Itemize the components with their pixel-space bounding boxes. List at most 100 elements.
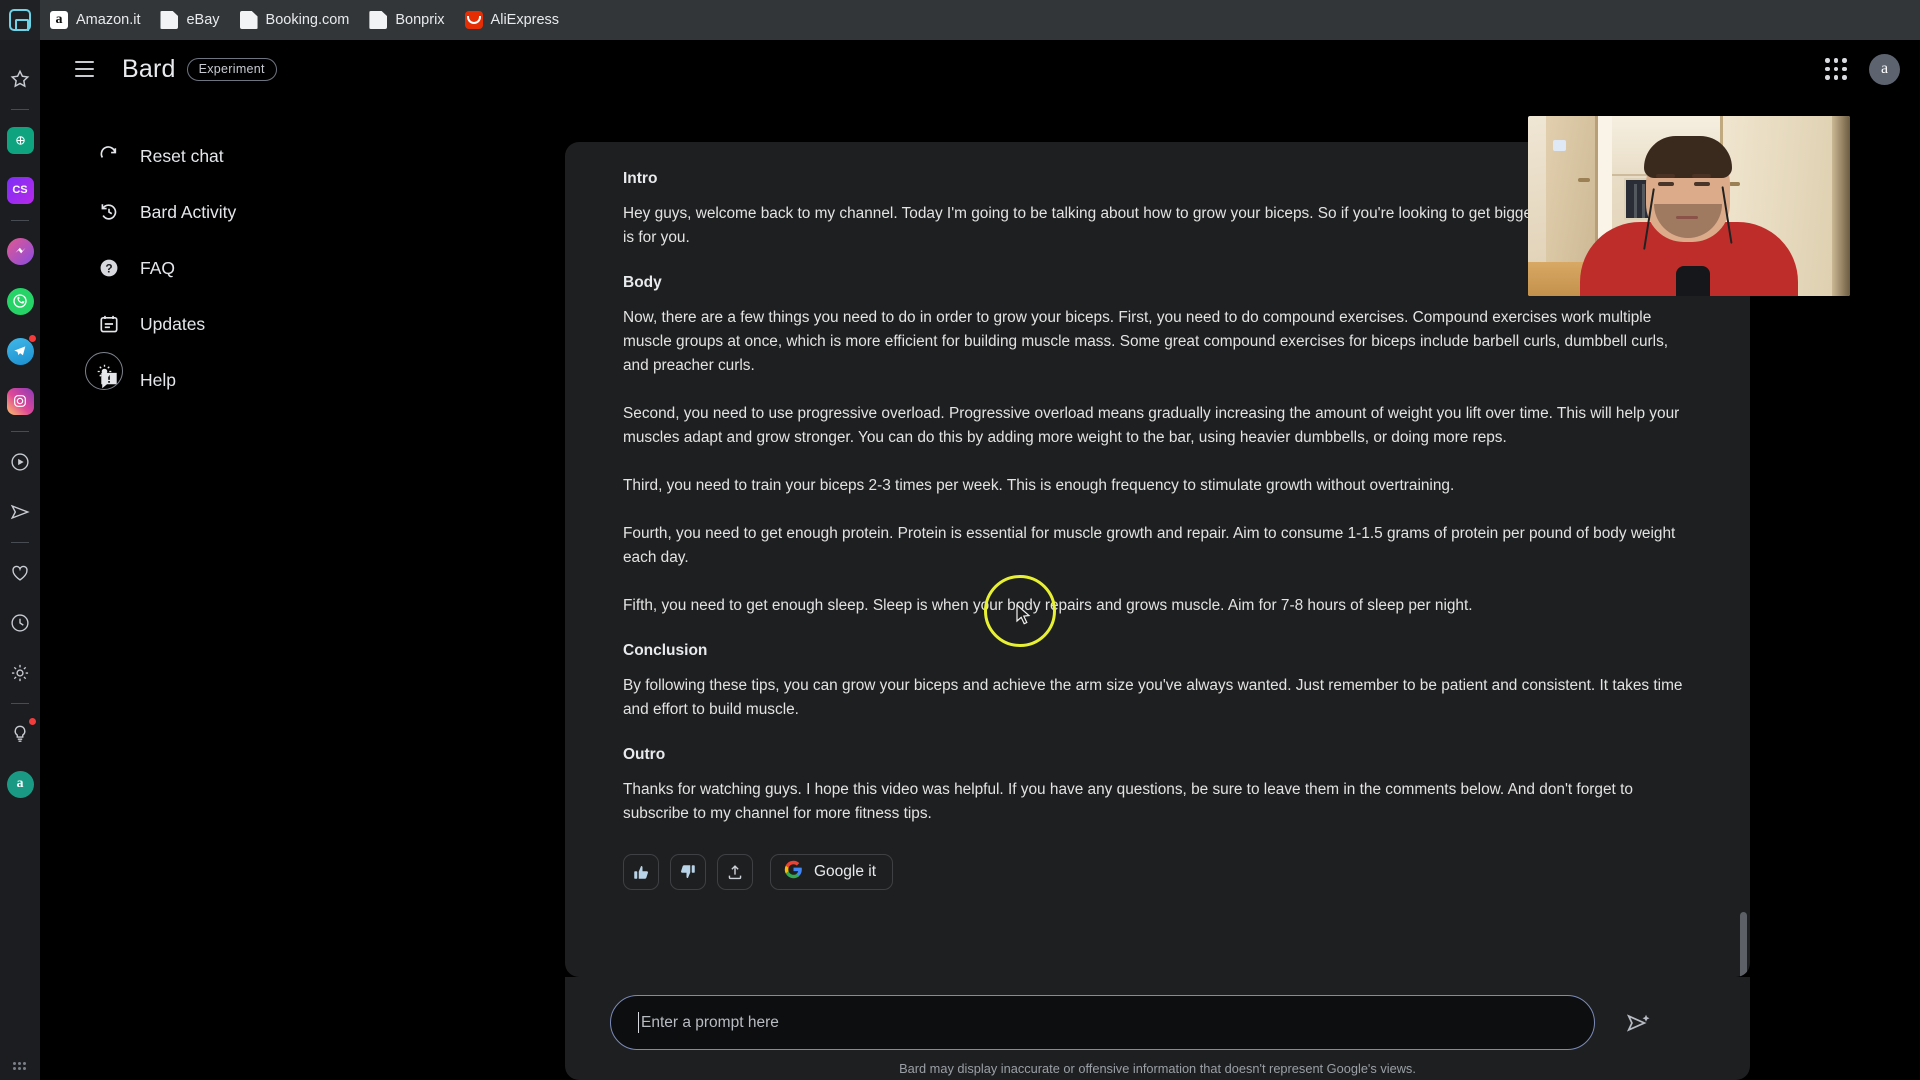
rail-divider xyxy=(11,703,29,704)
response-paragraph: Second, you need to use progressive over… xyxy=(623,405,1680,446)
sidebar-item-label: Updates xyxy=(140,313,206,334)
response-paragraph: Hey guys, welcome back to my channel. To… xyxy=(623,205,1684,246)
application-sidebar-rail: CS a xyxy=(0,40,40,1080)
section-heading: Outro xyxy=(623,746,666,763)
prompt-input[interactable]: Enter a prompt here xyxy=(610,995,1595,1050)
share-upload-icon[interactable] xyxy=(717,854,753,890)
bookmark-ebay[interactable]: eBay xyxy=(150,0,229,40)
history-icon xyxy=(98,201,120,223)
response-paragraph: Fourth, you need to get enough protein. … xyxy=(623,525,1676,566)
account-icon[interactable]: a xyxy=(4,768,36,800)
bookmark-label: AliExpress xyxy=(490,12,560,28)
sidebar-item-faq[interactable]: ? FAQ xyxy=(40,248,400,288)
response-paragraph: Fifth, you need to get enough sleep. Sle… xyxy=(623,597,1473,614)
cs-glyph: CS xyxy=(6,176,34,204)
calendar-icon xyxy=(98,313,120,335)
page-icon xyxy=(369,11,388,29)
sidebar-item-updates[interactable]: Updates xyxy=(40,304,400,344)
amazon-icon: a xyxy=(50,11,68,29)
hamburger-icon[interactable] xyxy=(62,47,106,91)
notification-badge xyxy=(28,717,37,726)
question-mark-icon: ? xyxy=(98,257,120,279)
response-action-bar: Google it xyxy=(623,854,1690,890)
response-paragraph: Now, there are a few things you need to … xyxy=(623,309,1669,374)
bulb-outline-icon[interactable] xyxy=(4,717,37,750)
bookmark-aliexpress[interactable]: AliExpress xyxy=(455,0,570,40)
experiment-badge: Experiment xyxy=(186,57,277,81)
clock-outline-icon[interactable] xyxy=(4,607,36,639)
person-mouth xyxy=(1676,216,1698,219)
send-icon[interactable] xyxy=(1625,1010,1651,1036)
rail-divider xyxy=(11,109,29,110)
person-eyebrow-right xyxy=(1692,174,1711,178)
disclaimer-text: Bard may display inaccurate or offensive… xyxy=(899,1061,1416,1076)
webcam-pip[interactable] xyxy=(1528,116,1850,296)
bookmark-label: Amazon.it xyxy=(76,12,141,28)
bookmark-bonprix[interactable]: Bonprix xyxy=(359,0,454,40)
instagram-icon[interactable] xyxy=(4,385,36,417)
page-icon xyxy=(160,11,179,29)
bookmark-label: eBay xyxy=(186,12,220,28)
send-outline-icon[interactable] xyxy=(4,496,36,528)
response-paragraph: By following these tips, you can grow yo… xyxy=(623,677,1683,718)
person-eyebrow-left xyxy=(1656,174,1675,178)
messenger-glyph xyxy=(6,237,34,265)
bookmark-label: Bonprix xyxy=(395,12,445,28)
whatsapp-glyph xyxy=(6,287,34,315)
google-it-label: Google it xyxy=(814,863,877,880)
browser-bookmark-bar: a Amazon.it eBay Booking.com Bonprix Ali… xyxy=(0,0,1920,40)
bookmark-amazon-it[interactable]: a Amazon.it xyxy=(40,0,150,40)
apps-grid-icon[interactable] xyxy=(1819,52,1853,86)
google-it-button[interactable]: Google it xyxy=(770,854,894,890)
sidebar-item-bard-activity[interactable]: Bard Activity xyxy=(40,192,400,232)
gear-outline-icon[interactable] xyxy=(4,657,36,689)
sidebar-item-label: Bard Activity xyxy=(140,201,237,222)
page-icon xyxy=(239,11,258,29)
text-caret xyxy=(638,1012,639,1033)
telegram-icon[interactable] xyxy=(4,334,37,367)
star-outline-icon[interactable] xyxy=(4,63,36,95)
home-icon[interactable] xyxy=(0,0,40,40)
chatgpt-glyph xyxy=(6,126,34,154)
instagram-glyph xyxy=(6,387,34,415)
section-heading: Conclusion xyxy=(623,642,708,659)
aliexpress-icon xyxy=(464,11,483,29)
heart-outline-icon[interactable] xyxy=(4,557,36,589)
thumb-up-icon[interactable] xyxy=(623,854,659,890)
cs-icon[interactable]: CS xyxy=(4,174,36,206)
wall-sticker xyxy=(1553,140,1566,151)
account-initial: a xyxy=(6,770,34,798)
rail-divider xyxy=(11,220,29,221)
bard-header: Bard Experiment a xyxy=(40,40,1920,98)
play-circle-icon[interactable] xyxy=(4,446,36,478)
whatsapp-icon[interactable] xyxy=(4,285,36,317)
conversation-scrollbar[interactable] xyxy=(1740,912,1747,977)
header-actions: a xyxy=(1819,40,1900,98)
prompt-composer: Enter a prompt here Bard may display ina… xyxy=(565,977,1750,1080)
person-eye-right xyxy=(1694,182,1710,186)
rail-drag-handle[interactable] xyxy=(13,1062,27,1070)
messenger-icon[interactable] xyxy=(4,235,36,267)
microphone xyxy=(1676,266,1710,296)
bard-sidebar-nav: Reset chat Bard Activity ? FAQ Updates H… xyxy=(40,136,400,416)
person-eye-left xyxy=(1658,182,1674,186)
person-hair xyxy=(1644,136,1732,178)
response-paragraph: Third, you need to train your biceps 2-3… xyxy=(623,477,1455,494)
svg-text:?: ? xyxy=(105,262,112,276)
wardrobe-door-left xyxy=(1546,116,1598,266)
response-paragraph: Thanks for watching guys. I hope this vi… xyxy=(623,781,1633,822)
avatar[interactable]: a xyxy=(1869,53,1900,85)
mouse-cursor xyxy=(1016,603,1032,626)
page-title: Bard xyxy=(122,54,176,83)
bookmark-label: Booking.com xyxy=(265,12,350,28)
sidebar-item-reset-chat[interactable]: Reset chat xyxy=(40,136,400,176)
door-edge xyxy=(1832,116,1850,296)
bookmark-booking-com[interactable]: Booking.com xyxy=(230,0,360,40)
thumb-down-icon[interactable] xyxy=(670,854,706,890)
rail-divider xyxy=(11,542,29,543)
google-g-icon xyxy=(784,860,803,884)
home-glyph xyxy=(9,9,31,31)
notification-badge xyxy=(28,334,37,343)
brightness-icon[interactable] xyxy=(85,352,123,390)
chatgpt-icon[interactable] xyxy=(4,124,36,156)
